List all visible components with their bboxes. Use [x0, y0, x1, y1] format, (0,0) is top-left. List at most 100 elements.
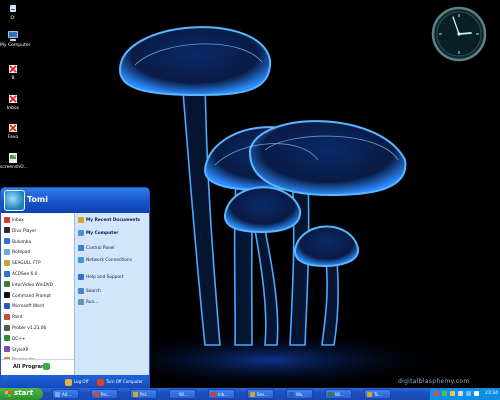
desktop-icon-label: Inbox: [6, 106, 20, 111]
start-menu-place-item[interactable]: Search: [75, 287, 101, 296]
start-menu: Tomi Inbox Divx Player Bulumba Notepad SEAGU…: [0, 187, 150, 390]
start-menu-program-item[interactable]: Bulumba: [1, 238, 31, 247]
program-label: Paint: [12, 315, 23, 321]
desktop-icon-b[interactable]: B: [0, 63, 26, 81]
tray-app-icon[interactable]: [434, 391, 439, 396]
start-menu-header: Tomi: [1, 188, 149, 213]
start-menu-program-item[interactable]: Command Prompt: [1, 292, 51, 301]
start-menu-program-item[interactable]: Microsoft Word: [1, 302, 44, 311]
tray-app-icon[interactable]: [474, 391, 479, 396]
start-menu-program-item[interactable]: Divx Player: [1, 227, 36, 236]
drive-icon: [10, 5, 16, 12]
program-label: DC++: [12, 336, 26, 342]
start-menu-place-item[interactable]: Network Connections: [75, 256, 132, 265]
start-label: start: [14, 389, 34, 397]
system-places-list: My Recent Documents My Computer Control Pa…: [74, 213, 149, 375]
taskbar-window-button[interactable]: Inb...: [208, 389, 235, 399]
broken-shortcut-icon: [9, 124, 17, 132]
log-off-button[interactable]: Log Off: [65, 377, 88, 387]
program-label: Command Prompt: [12, 293, 51, 299]
desktop-icon-label: Favo: [7, 135, 19, 140]
place-label: Help and Support: [86, 275, 124, 280]
avatar[interactable]: [4, 190, 25, 211]
taskbar-window-label: Wo...: [296, 392, 306, 397]
taskbar-window-label: Wi...: [179, 392, 188, 397]
program-icon: [4, 335, 10, 342]
program-icon: [4, 292, 10, 299]
start-menu-place-item[interactable]: My Recent Documents: [75, 216, 140, 225]
place-icon: [78, 216, 84, 223]
all-programs-button[interactable]: All Programs: [1, 359, 74, 376]
taskbar-window-button[interactable]: Pal...: [130, 389, 157, 399]
start-menu-program-item[interactable]: DC++: [1, 335, 26, 344]
start-menu-program-item[interactable]: ACDSee 6.0: [1, 270, 37, 279]
taskbar-window-label: Ta...: [374, 392, 383, 397]
place-label: My Recent Documents: [86, 218, 141, 223]
window-app-icon: [289, 392, 294, 397]
user-name: Tomi: [27, 195, 48, 204]
place-icon: [78, 273, 84, 280]
place-icon: [78, 287, 84, 294]
turn-off-button[interactable]: Turn Off Computer: [97, 377, 143, 387]
tray-app-icon[interactable]: [450, 391, 455, 396]
desktop-icon-my-computer[interactable]: My Computer: [0, 30, 30, 48]
program-label: InterVideo WinDVD: [12, 282, 54, 288]
start-menu-program-item[interactable]: InterVideo WinDVD: [1, 281, 53, 290]
tray-volume-icon[interactable]: [458, 391, 463, 396]
taskbar-window-label: Inb...: [218, 392, 229, 397]
start-menu-program-item[interactable]: Prober v1.21.06: [1, 324, 46, 333]
program-label: Prober v1.21.06: [12, 326, 47, 331]
tray-network-icon[interactable]: [466, 391, 471, 396]
place-label: Run...: [86, 300, 99, 305]
start-menu-program-item[interactable]: Notepad: [1, 248, 30, 257]
computer-icon: [8, 31, 18, 41]
taskbar-window-label: Pai...: [101, 392, 111, 397]
program-icon: [4, 346, 10, 353]
start-menu-program-item[interactable]: SEAGULL FTP: [1, 259, 41, 268]
place-icon: [78, 229, 84, 236]
taskbar-window-button[interactable]: Ad...: [52, 389, 79, 399]
desktop-icon-favorites[interactable]: Favo: [0, 122, 26, 140]
wallpaper-watermark: digitalblasphemy.com: [398, 378, 470, 385]
program-label: Microsoft Word: [12, 304, 44, 310]
start-menu-place-item[interactable]: Control Panel: [75, 244, 115, 253]
start-menu-place-item[interactable]: Run...: [75, 298, 98, 307]
start-menu-program-item[interactable]: Inbox: [1, 216, 24, 225]
start-menu-place-item[interactable]: Help and Support: [75, 273, 124, 282]
start-menu-program-item[interactable]: Paint: [1, 313, 23, 322]
start-menu-program-item[interactable]: StyleXP: [1, 346, 28, 355]
place-label: Network Connections: [86, 258, 132, 263]
program-label: SEAGULL FTP: [12, 261, 41, 267]
program-label: StyleXP: [12, 347, 29, 353]
start-menu-place-item[interactable]: My Computer: [75, 229, 118, 238]
place-label: Control Panel: [86, 246, 115, 251]
window-app-icon: [211, 392, 216, 397]
image-file-icon: [9, 153, 17, 163]
program-icon: [4, 238, 10, 245]
window-app-icon: [367, 392, 372, 397]
program-label: Divx Player: [12, 228, 37, 234]
taskbar-window-button[interactable]: Pai...: [91, 389, 118, 399]
desktop-icon-drive[interactable]: O:: [0, 3, 26, 21]
taskbar-window-button[interactable]: Wi...: [169, 389, 196, 399]
start-menu-footer: Log Off Turn Off Computer: [1, 375, 149, 389]
key-icon: [65, 378, 72, 386]
clock-gadget[interactable]: [431, 6, 487, 62]
arrow-right-icon: [43, 363, 50, 370]
program-icon: [4, 324, 10, 331]
log-off-label: Log Off: [74, 379, 89, 384]
place-icon: [78, 244, 84, 251]
tray-msn-icon[interactable]: [442, 391, 447, 396]
taskbar-window-button[interactable]: Wi...: [325, 389, 352, 399]
taskbar-clock[interactable]: 23:34: [485, 391, 498, 396]
desktop-icon-label: B: [11, 76, 15, 81]
taskbar: start Ad... Pai... Pal... Wi... Inb... Ses...…: [0, 388, 500, 400]
start-button[interactable]: start: [0, 388, 43, 400]
desktop-icon-screenshot[interactable]: screenshO...: [0, 152, 28, 170]
desktop-icon-inbox[interactable]: Inbox: [0, 93, 26, 111]
power-icon: [97, 378, 104, 386]
taskbar-window-button[interactable]: Ses...: [247, 389, 274, 399]
taskbar-window-button[interactable]: Ta...: [364, 389, 391, 399]
program-label: ACDSee 6.0: [12, 272, 38, 277]
taskbar-window-button[interactable]: Wo...: [286, 389, 313, 399]
